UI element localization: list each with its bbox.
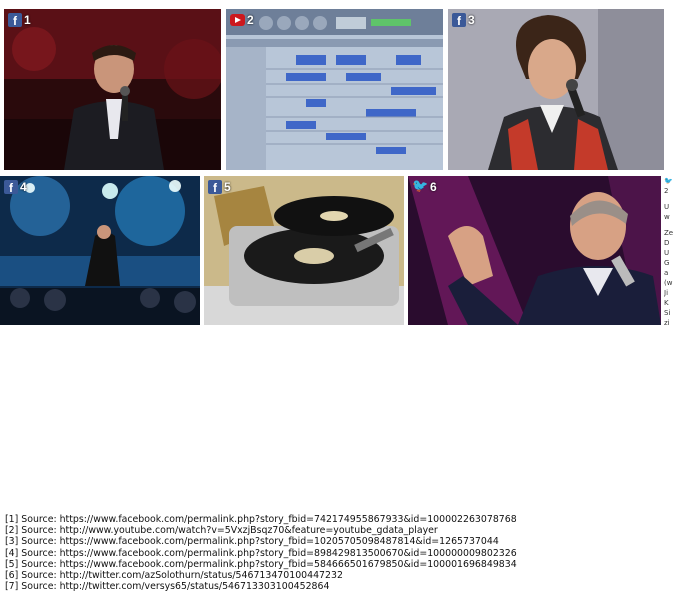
source-badge-2: 2 [230,13,254,27]
tweet-text-fragment: w [664,213,670,221]
tweet-text-fragment: Ji [664,289,669,297]
source-item-2[interactable]: [2] Source: http://www.youtube.com/watch… [5,525,669,536]
youtube-play-icon [230,14,245,26]
tweet-text-fragment: G [664,259,670,267]
source-badge-6: 🐦 6 [412,179,437,195]
tweet-text-fragment: Si [664,309,671,317]
tile-index: 2 [247,13,254,27]
singer-performance-photo [408,176,661,325]
tweet-text-fragment: K [664,299,669,307]
media-tile-1[interactable]: f 1 [4,9,221,170]
tile-index: 5 [224,180,231,194]
source-list: [1] Source: https://www.facebook.com/per… [5,514,669,592]
source-item-4[interactable]: [4] Source: https://www.facebook.com/per… [5,548,669,559]
audio-editor-screenshot [226,9,443,170]
tile-index: 4 [20,180,27,194]
source-item-3[interactable]: [3] Source: https://www.facebook.com/per… [5,536,669,547]
tweet-text-fragment: U [664,249,670,257]
facebook-icon: f [4,180,18,194]
source-item-1[interactable]: [1] Source: https://www.facebook.com/per… [5,514,669,525]
clipped-tweet-panel[interactable]: 🐦 2 U w Ze D U G a (w Ji K Si zi [664,176,674,346]
tweet-text-fragment: D [664,239,670,247]
tweet-text-fragment: Ze [664,229,674,237]
record-player-photo [204,176,404,325]
source-badge-1: f 1 [8,13,31,27]
media-tile-3[interactable]: f 3 [448,9,664,170]
tile-index: 3 [468,13,475,27]
tweet-text-fragment: (w [664,279,673,287]
twitter-bird-icon: 🐦 [664,177,673,185]
facebook-icon: f [452,13,466,27]
tweet-text-fragment: 2 [664,187,669,195]
source-badge-5: f 5 [208,180,231,194]
facebook-icon: f [208,180,222,194]
media-tile-5[interactable]: f 5 [204,176,404,325]
singer-stage-photo [4,9,221,170]
singer-portrait-photo [448,9,664,170]
source-item-6[interactable]: [6] Source: http://twitter.com/azSolothu… [5,570,669,581]
tile-index: 1 [24,13,31,27]
concert-stage-photo [0,176,200,325]
tile-index: 6 [430,180,437,194]
media-tile-2[interactable]: 2 [226,9,443,170]
source-item-7[interactable]: [7] Source: http://twitter.com/versys65/… [5,581,669,592]
tweet-text-fragment: zi [664,319,670,327]
media-tile-6[interactable]: 🐦 6 [408,176,661,325]
twitter-bird-icon: 🐦 [412,179,429,194]
tweet-text-fragment: a [664,269,669,277]
media-tile-4[interactable]: f 4 [0,176,200,325]
facebook-icon: f [8,13,22,27]
tweet-text-fragment: U [664,203,670,211]
source-item-5[interactable]: [5] Source: https://www.facebook.com/per… [5,559,669,570]
source-badge-3: f 3 [452,13,475,27]
source-badge-4: f 4 [4,180,27,194]
